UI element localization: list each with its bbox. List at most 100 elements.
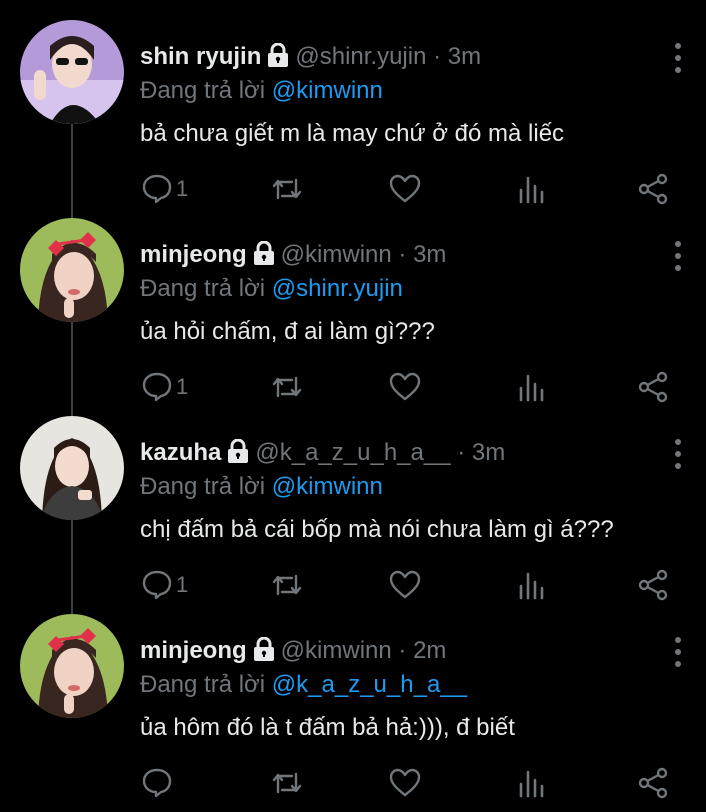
share-button[interactable] bbox=[636, 565, 670, 605]
views-button[interactable] bbox=[514, 565, 548, 605]
views-icon bbox=[519, 572, 544, 600]
share-icon bbox=[638, 767, 668, 799]
display-name[interactable]: minjeong bbox=[140, 241, 247, 268]
user-handle[interactable]: @shinr.yujin bbox=[295, 43, 426, 70]
views-icon bbox=[519, 374, 544, 402]
reply-button[interactable] bbox=[140, 763, 176, 803]
display-name[interactable]: kazuha bbox=[140, 439, 221, 466]
retweet-button[interactable] bbox=[270, 565, 304, 605]
like-button[interactable] bbox=[388, 169, 422, 209]
timestamp[interactable]: 3m bbox=[472, 439, 505, 466]
mention-link[interactable]: @kimwinn bbox=[272, 473, 383, 500]
share-button[interactable] bbox=[636, 763, 670, 803]
lock-icon bbox=[227, 438, 249, 471]
retweet-icon bbox=[272, 178, 302, 200]
tweet-actions: 1 bbox=[140, 565, 700, 605]
share-button[interactable] bbox=[636, 367, 670, 407]
lock-icon bbox=[267, 42, 289, 75]
tweet-header: minjeong @kimwinn · 3m bbox=[140, 240, 446, 273]
tweet-text: ủa hôm đó là t đấm bả hả:))), đ biết bbox=[140, 714, 515, 741]
reply-button[interactable]: 1 bbox=[140, 565, 188, 605]
user-handle[interactable]: @k_a_z_u_h_a__ bbox=[255, 439, 450, 466]
reply-icon bbox=[142, 570, 172, 600]
share-icon bbox=[638, 173, 668, 205]
separator-dot: · bbox=[457, 439, 466, 466]
views-button[interactable] bbox=[514, 367, 548, 407]
heart-icon bbox=[389, 768, 421, 797]
retweet-button[interactable] bbox=[270, 367, 304, 407]
replying-to-label: Đang trả lời bbox=[140, 671, 266, 698]
reply-icon bbox=[142, 768, 172, 798]
replying-to: Đang trả lời @kimwinn bbox=[140, 76, 383, 106]
views-icon bbox=[519, 176, 544, 204]
tweet-actions: 1 bbox=[140, 169, 700, 209]
views-button[interactable] bbox=[514, 169, 548, 209]
tweet-header: kazuha @k_a_z_u_h_a__ · 3m bbox=[140, 438, 505, 471]
tweet-actions bbox=[140, 763, 700, 803]
timestamp[interactable]: 3m bbox=[448, 43, 481, 70]
heart-icon bbox=[389, 372, 421, 401]
retweet-icon bbox=[272, 376, 302, 398]
timestamp[interactable]: 3m bbox=[413, 241, 446, 268]
separator-dot: · bbox=[398, 637, 407, 664]
avatar[interactable] bbox=[20, 20, 124, 124]
separator-dot: · bbox=[398, 241, 407, 268]
share-icon bbox=[638, 371, 668, 403]
more-vertical-icon[interactable] bbox=[668, 436, 688, 472]
avatar-image bbox=[20, 614, 124, 718]
heart-icon bbox=[389, 174, 421, 203]
mention-link[interactable]: @shinr.yujin bbox=[272, 275, 403, 302]
replying-to-label: Đang trả lời bbox=[140, 473, 266, 500]
display-name[interactable]: minjeong bbox=[140, 637, 247, 664]
retweet-button[interactable] bbox=[270, 763, 304, 803]
more-vertical-icon[interactable] bbox=[668, 40, 688, 76]
reply-icon bbox=[142, 174, 172, 204]
reply-button[interactable]: 1 bbox=[140, 367, 188, 407]
reply-count: 1 bbox=[176, 374, 189, 399]
more-vertical-icon[interactable] bbox=[668, 634, 688, 670]
user-handle[interactable]: @kimwinn bbox=[281, 637, 392, 664]
tweet-text: ủa hỏi chấm, đ ai làm gì??? bbox=[140, 318, 435, 345]
tweet-header: shin ryujin @shinr.yujin · 3m bbox=[140, 42, 481, 75]
tweet[interactable]: minjeong @kimwinn · 2m Đang trả lời @k_a_… bbox=[0, 614, 706, 812]
separator-dot: · bbox=[433, 43, 442, 70]
views-button[interactable] bbox=[514, 763, 548, 803]
avatar[interactable] bbox=[20, 614, 124, 718]
tweet-header: minjeong @kimwinn · 2m bbox=[140, 636, 446, 669]
like-button[interactable] bbox=[388, 565, 422, 605]
avatar-image bbox=[20, 20, 124, 124]
tweet[interactable]: minjeong @kimwinn · 3m Đang trả lời @shin… bbox=[0, 218, 706, 416]
mention-link[interactable]: @k_a_z_u_h_a__ bbox=[272, 671, 467, 698]
tweet-text: chị đấm bả cái bốp mà nói chưa làm gì á?… bbox=[140, 516, 614, 543]
retweet-icon bbox=[272, 574, 302, 596]
reply-count: 1 bbox=[176, 572, 189, 597]
heart-icon bbox=[389, 570, 421, 599]
user-handle[interactable]: @kimwinn bbox=[281, 241, 392, 268]
tweet[interactable]: kazuha @k_a_z_u_h_a__ · 3m Đang trả lời @… bbox=[0, 416, 706, 614]
reply-button[interactable]: 1 bbox=[140, 169, 188, 209]
like-button[interactable] bbox=[388, 367, 422, 407]
avatar-image bbox=[20, 218, 124, 322]
more-vertical-icon[interactable] bbox=[668, 238, 688, 274]
tweet-actions: 1 bbox=[140, 367, 700, 407]
retweet-button[interactable] bbox=[270, 169, 304, 209]
mention-link[interactable]: @kimwinn bbox=[272, 77, 383, 104]
like-button[interactable] bbox=[388, 763, 422, 803]
replying-to: Đang trả lời @kimwinn bbox=[140, 472, 383, 502]
display-name[interactable]: shin ryujin bbox=[140, 43, 261, 70]
timestamp[interactable]: 2m bbox=[413, 637, 446, 664]
retweet-icon bbox=[272, 772, 302, 794]
replying-to: Đang trả lời @k_a_z_u_h_a__ bbox=[140, 670, 467, 700]
lock-icon bbox=[253, 240, 275, 273]
avatar[interactable] bbox=[20, 416, 124, 520]
replying-to-label: Đang trả lời bbox=[140, 77, 266, 104]
tweet[interactable]: shin ryujin @shinr.yujin · 3m Đang trả lờ… bbox=[0, 20, 706, 218]
share-icon bbox=[638, 569, 668, 601]
reply-count: 1 bbox=[176, 176, 189, 201]
avatar-image bbox=[20, 416, 124, 520]
share-button[interactable] bbox=[636, 169, 670, 209]
replying-to: Đang trả lời @shinr.yujin bbox=[140, 274, 403, 304]
replying-to-label: Đang trả lời bbox=[140, 275, 266, 302]
avatar[interactable] bbox=[20, 218, 124, 322]
reply-icon bbox=[142, 372, 172, 402]
